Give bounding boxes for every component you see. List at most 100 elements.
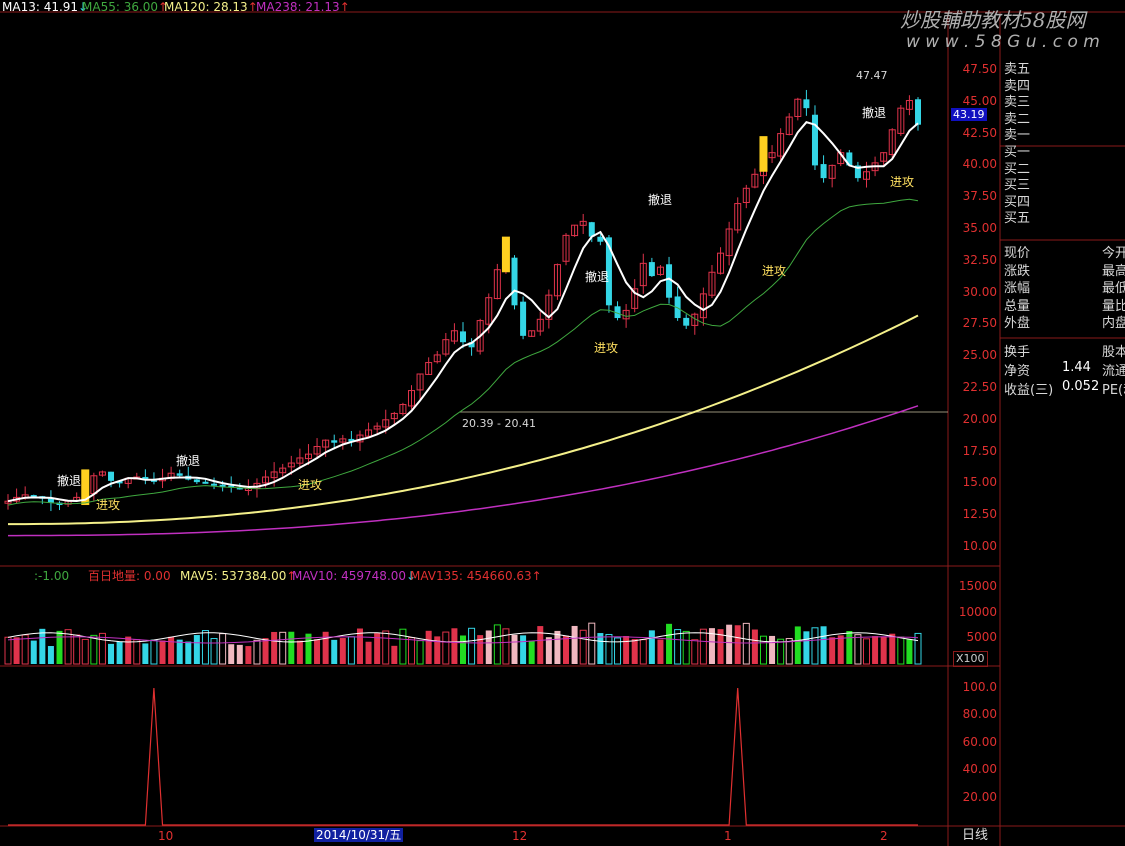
volume-bar <box>47 646 54 664</box>
date-cursor-label: 2014/10/31/五 <box>314 828 404 842</box>
indicator-tick: 100.0 <box>962 680 997 694</box>
volume-bar <box>271 631 278 664</box>
quote-label: 现价 <box>1004 246 1031 261</box>
price-tick: 45.00 <box>962 93 997 108</box>
attack-label: 进攻 <box>594 341 619 355</box>
volume-bar <box>528 640 535 664</box>
volume-bar <box>846 630 853 664</box>
volume-bar <box>90 634 98 665</box>
price-tick: 15.00 <box>962 475 997 490</box>
candle-body <box>108 471 115 481</box>
volume-bar <box>150 639 158 665</box>
ma120-value: MA120: 28.13 <box>164 0 248 14</box>
fund-label: 净资 <box>1004 364 1031 379</box>
volume-bar <box>176 639 183 664</box>
volume-bar <box>880 636 887 664</box>
candle-body <box>915 99 921 125</box>
mav5-value: MAV5: 537384.00 <box>180 569 287 583</box>
volume-bar <box>829 637 836 664</box>
price-tick: 27.50 <box>962 316 997 331</box>
mav135-value: MAV135: 454660.63 <box>410 569 532 583</box>
price-tick: 40.00 <box>962 157 997 172</box>
attack-label: 进攻 <box>96 498 121 512</box>
candle-body <box>211 483 218 486</box>
volume-bar <box>794 626 801 664</box>
volume-tick: 15000 <box>958 579 997 594</box>
mav135-legend: MAV135: 454660.63↑ <box>410 569 542 583</box>
period-button[interactable]: 日线 <box>962 829 988 843</box>
volume-bar <box>726 624 733 664</box>
volume-bar <box>811 627 819 665</box>
volume-bar <box>159 640 166 664</box>
volume-bar <box>862 638 870 665</box>
volume-bar <box>639 639 647 665</box>
volume-bar <box>588 622 596 665</box>
volume-bar <box>666 623 673 664</box>
volume-bar <box>648 630 655 664</box>
ma13-line <box>7 121 919 503</box>
volume-bar <box>365 641 372 664</box>
current-price-tag: 43.19 <box>951 108 987 121</box>
fund-label: 收益(三) <box>1004 383 1054 398</box>
volume-bar <box>451 628 458 664</box>
volume-bar <box>125 636 132 664</box>
candle-body <box>803 99 810 109</box>
price-tick: 10.00 <box>962 539 997 553</box>
volume-bar <box>520 635 527 664</box>
signal-candle <box>759 136 768 172</box>
ma55-value: MA55: 36.00 <box>82 0 159 14</box>
volume-bar <box>605 633 613 665</box>
candle-body <box>176 473 183 476</box>
volume-bar <box>759 635 767 665</box>
volume-bar <box>245 646 252 664</box>
high-label: 47.47 <box>856 69 888 82</box>
volume-bar <box>347 636 355 665</box>
date-tick: 12 <box>512 829 528 843</box>
retreat-label: 撤退 <box>57 474 82 488</box>
volume-bar <box>262 638 269 664</box>
ma13-legend: MA13: 41.91↓ <box>2 0 88 14</box>
volume-bar <box>493 624 501 665</box>
volume-bar <box>597 633 604 664</box>
volume-bar <box>81 638 89 665</box>
quote-label: 总量 <box>1004 298 1031 314</box>
fund-value: 1.44 <box>1062 360 1091 375</box>
candle-body <box>648 262 655 277</box>
watermark-title: 炒股輔助教材58股网 <box>900 8 1086 32</box>
volume-bar <box>236 644 243 664</box>
volume-bar <box>691 639 699 665</box>
volume-bar <box>502 628 510 665</box>
candle-body <box>597 236 604 242</box>
volume-bar <box>296 640 303 664</box>
signal-candle <box>501 236 510 273</box>
indicator-tick: 20.00 <box>962 789 997 804</box>
volume-bar <box>185 641 192 664</box>
volume-bar <box>391 645 398 664</box>
quote-label: 内盘 <box>1102 316 1125 332</box>
volume-bar <box>837 635 844 664</box>
volume-bar <box>468 627 476 665</box>
volume-bar <box>563 635 570 664</box>
mav5-legend: MAV5: 537384.00↑ <box>180 569 296 583</box>
watermark-url: w w w . 5 8 G u . c o m <box>906 32 1100 52</box>
volume-bar <box>485 630 492 664</box>
order-book-level: 买五 <box>1004 211 1031 227</box>
volume-bar <box>425 630 432 664</box>
ma13-value: MA13: 41.91 <box>2 0 79 14</box>
volume-bar <box>906 639 913 664</box>
volume-bar <box>142 643 149 664</box>
volume-bar <box>769 635 776 664</box>
price-tick: 20.00 <box>962 411 997 426</box>
candle-body <box>460 331 466 343</box>
volume-unit: X100 <box>953 651 988 667</box>
volume-bar <box>133 639 141 665</box>
volume-bar <box>168 636 175 664</box>
volume-bar <box>201 630 209 665</box>
volume-bar <box>631 639 638 664</box>
vol-indicator-value: :-1.00 <box>34 569 70 583</box>
volume-bar <box>579 629 587 665</box>
volume-bar <box>545 637 552 664</box>
date-tick: 2 <box>880 829 888 843</box>
indicator-tick: 40.00 <box>962 762 997 777</box>
quote-label: 涨跌 <box>1004 263 1031 279</box>
